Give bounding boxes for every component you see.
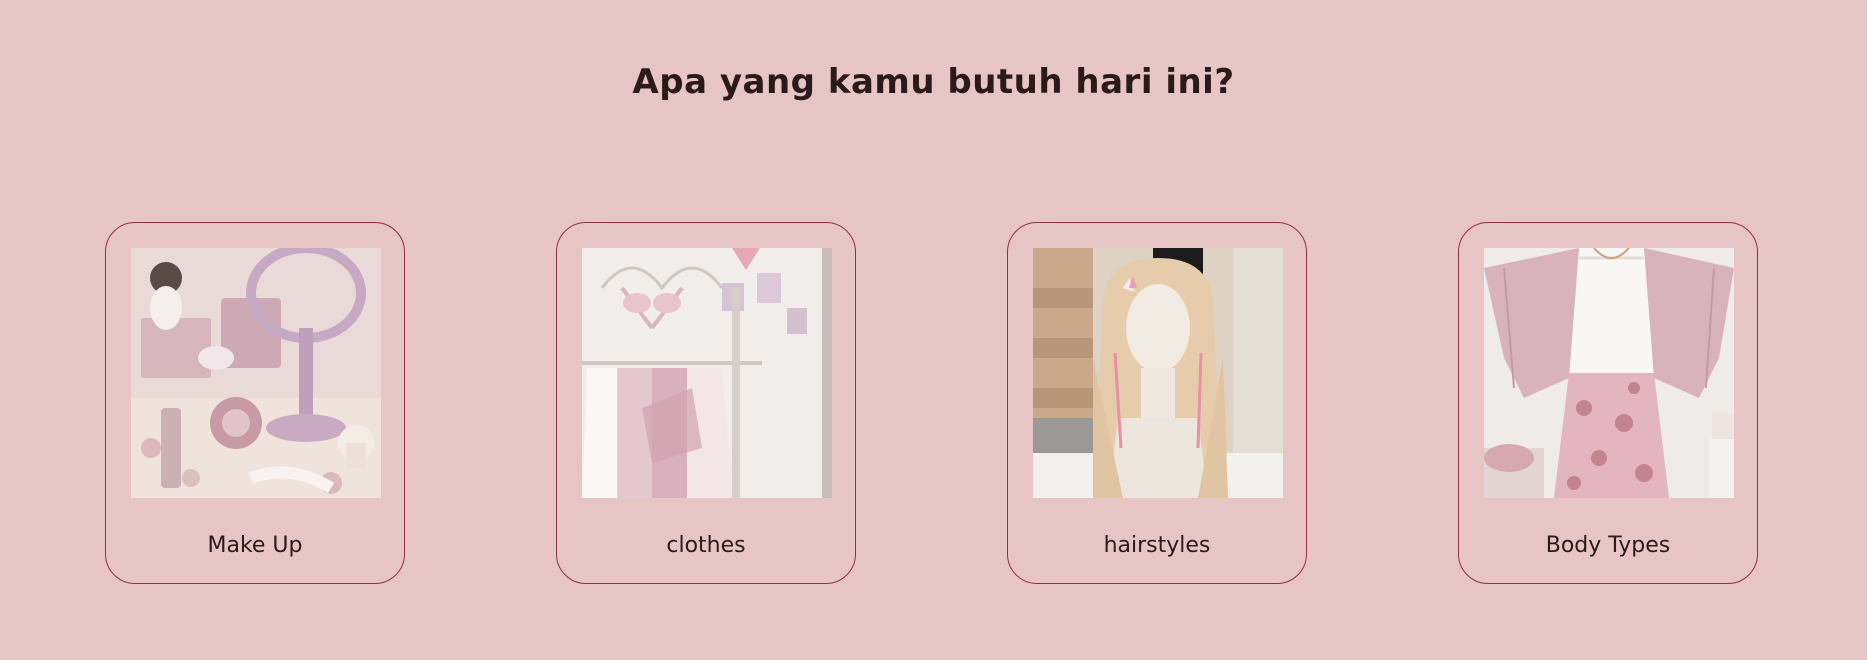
body-types-image — [1484, 248, 1734, 498]
category-card-clothes[interactable]: clothes — [556, 222, 856, 584]
category-card-makeup[interactable]: Make Up — [105, 222, 405, 584]
category-card-body-types[interactable]: Body Types — [1458, 222, 1758, 584]
clothes-image — [582, 248, 832, 498]
category-label: clothes — [666, 533, 746, 558]
category-label: hairstyles — [1103, 533, 1211, 558]
category-label: Body Types — [1545, 533, 1671, 558]
category-grid: Make Up clothes hairstyles Body Types — [0, 222, 1867, 586]
page-heading: Apa yang kamu butuh hari ini? — [632, 62, 1235, 102]
category-card-hairstyles[interactable]: hairstyles — [1007, 222, 1307, 584]
makeup-image — [131, 248, 381, 498]
category-label: Make Up — [207, 533, 303, 558]
hairstyles-image — [1033, 248, 1283, 498]
